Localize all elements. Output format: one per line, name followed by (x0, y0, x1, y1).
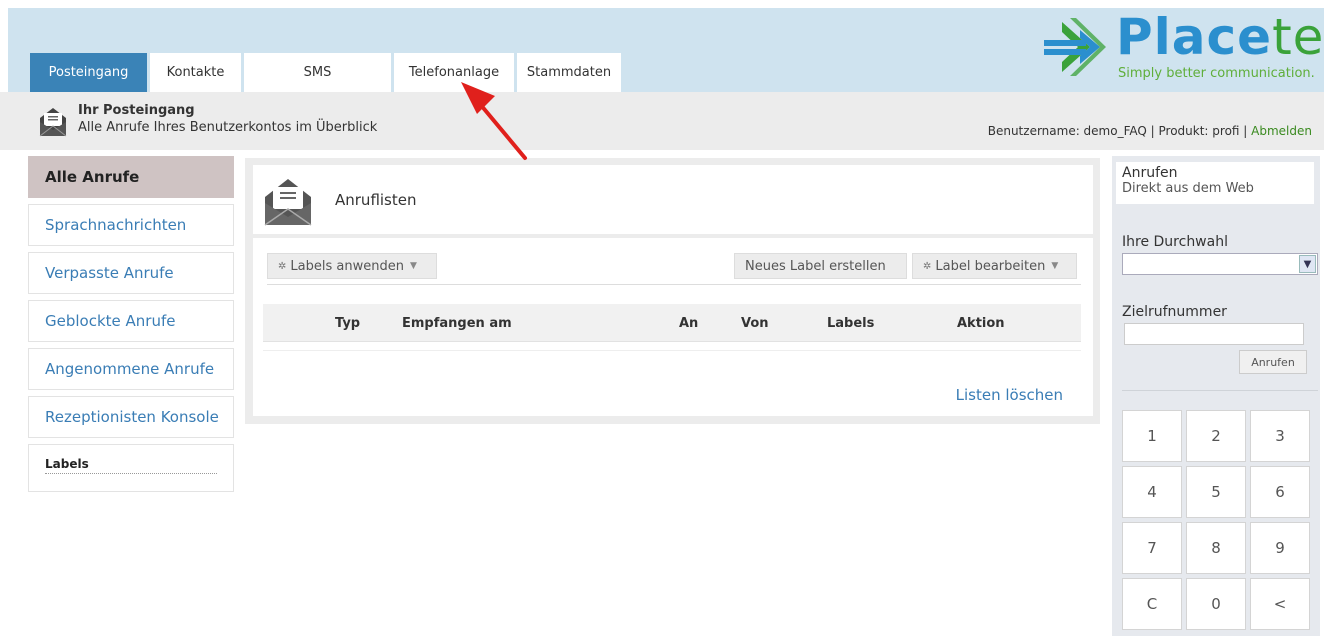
page-title: Ihr Posteingang (78, 103, 195, 118)
key-backspace[interactable]: < (1250, 578, 1310, 630)
toolbar-separator (267, 284, 1081, 285)
logo-arrow-icon (1044, 18, 1106, 76)
gear-icon: ✲ (278, 260, 287, 272)
clear-lists-link[interactable]: Listen löschen (956, 386, 1063, 404)
call-table-header: Typ Empfangen am An Von Labels Aktion (263, 304, 1081, 342)
table-divider (263, 350, 1081, 351)
logo-tagline: Simply better communication. (1118, 66, 1315, 81)
main-panel-header: Anruflisten (253, 165, 1093, 234)
tab-kontakte[interactable]: Kontakte (150, 53, 241, 92)
column-von[interactable]: Von (741, 316, 769, 331)
key-9[interactable]: 9 (1250, 522, 1310, 574)
tab-posteingang[interactable]: Posteingang (30, 53, 147, 92)
logo-name: Placetel (1116, 8, 1324, 66)
main-panel: Anruflisten ✲ Labels anwenden ▼ Neues La… (245, 158, 1100, 424)
key-7[interactable]: 7 (1122, 522, 1182, 574)
edit-label-button[interactable]: ✲ Label bearbeiten ▼ (912, 253, 1077, 279)
extension-select[interactable]: ▼ (1122, 253, 1318, 275)
key-1[interactable]: 1 (1122, 410, 1182, 462)
edit-label-label: Label bearbeiten (935, 258, 1046, 274)
caret-down-icon: ▼ (1051, 261, 1059, 271)
call-panel: Anrufen Direkt aus dem Web Ihre Durchwah… (1112, 156, 1320, 636)
column-typ[interactable]: Typ (335, 316, 360, 331)
apply-labels-button[interactable]: ✲ Labels anwenden ▼ (267, 253, 437, 279)
logout-link[interactable]: Abmelden (1251, 124, 1312, 138)
key-2[interactable]: 2 (1186, 410, 1246, 462)
column-empfangen-am[interactable]: Empfangen am (402, 316, 512, 331)
column-an[interactable]: An (679, 316, 698, 331)
sidebar: Alle Anrufe Sprachnachrichten Verpasste … (28, 156, 234, 492)
sidebar-item-alle-anrufe[interactable]: Alle Anrufe (28, 156, 234, 198)
tab-sms[interactable]: SMS (244, 53, 391, 92)
key-clear[interactable]: C (1122, 578, 1182, 630)
extension-label: Ihre Durchwahl (1122, 234, 1228, 250)
key-4[interactable]: 4 (1122, 466, 1182, 518)
call-lists-envelope-icon (264, 179, 312, 226)
call-panel-divider (1122, 390, 1318, 391)
key-8[interactable]: 8 (1186, 522, 1246, 574)
top-header: Posteingang Kontakte SMS Telefonanlage S… (0, 0, 1324, 92)
user-info: Benutzername: demo_FAQ | Produkt: profi … (988, 124, 1312, 138)
call-list-body: ✲ Labels anwenden ▼ Neues Label erstelle… (253, 238, 1093, 416)
annotation-arrow-icon (461, 82, 527, 160)
user-info-text: Benutzername: demo_FAQ | Produkt: profi … (987, 124, 1248, 138)
sidebar-item-geblockte-anrufe[interactable]: Geblockte Anrufe (28, 300, 234, 342)
call-button[interactable]: Anrufen (1239, 350, 1307, 374)
sidebar-labels-box: Labels (28, 444, 234, 492)
call-panel-title: Anrufen (1122, 165, 1178, 181)
target-number-input[interactable] (1124, 323, 1304, 345)
main-panel-title: Anruflisten (335, 191, 417, 209)
key-0[interactable]: 0 (1186, 578, 1246, 630)
caret-down-icon: ▼ (409, 261, 417, 271)
page-description: Alle Anrufe Ihres Benutzerkontos im Über… (78, 120, 378, 135)
column-labels[interactable]: Labels (827, 316, 874, 331)
chevron-down-icon[interactable]: ▼ (1299, 255, 1316, 273)
key-3[interactable]: 3 (1250, 410, 1310, 462)
key-6[interactable]: 6 (1250, 466, 1310, 518)
call-panel-header: Anrufen Direkt aus dem Web (1116, 162, 1314, 204)
new-label-label: Neues Label erstellen (745, 258, 886, 274)
target-number-label: Zielrufnummer (1122, 304, 1227, 320)
sidebar-item-rezeptionisten-konsole[interactable]: Rezeptionisten Konsole (28, 396, 234, 438)
sidebar-item-angenommene-anrufe[interactable]: Angenommene Anrufe (28, 348, 234, 390)
labels-heading: Labels (45, 457, 217, 474)
column-aktion[interactable]: Aktion (957, 316, 1005, 331)
key-5[interactable]: 5 (1186, 466, 1246, 518)
sidebar-item-verpasste-anrufe[interactable]: Verpasste Anrufe (28, 252, 234, 294)
sidebar-item-sprachnachrichten[interactable]: Sprachnachrichten (28, 204, 234, 246)
gear-icon: ✲ (923, 260, 932, 272)
placetel-logo[interactable]: Placetel Simply better communication. (1040, 8, 1324, 86)
dial-keypad: 1 2 3 4 5 6 7 8 9 C 0 < (1122, 410, 1314, 630)
inbox-envelope-icon (39, 108, 67, 137)
call-panel-subtitle: Direkt aus dem Web (1122, 181, 1254, 196)
new-label-button[interactable]: Neues Label erstellen (734, 253, 907, 279)
apply-labels-label: Labels anwenden (290, 258, 404, 274)
